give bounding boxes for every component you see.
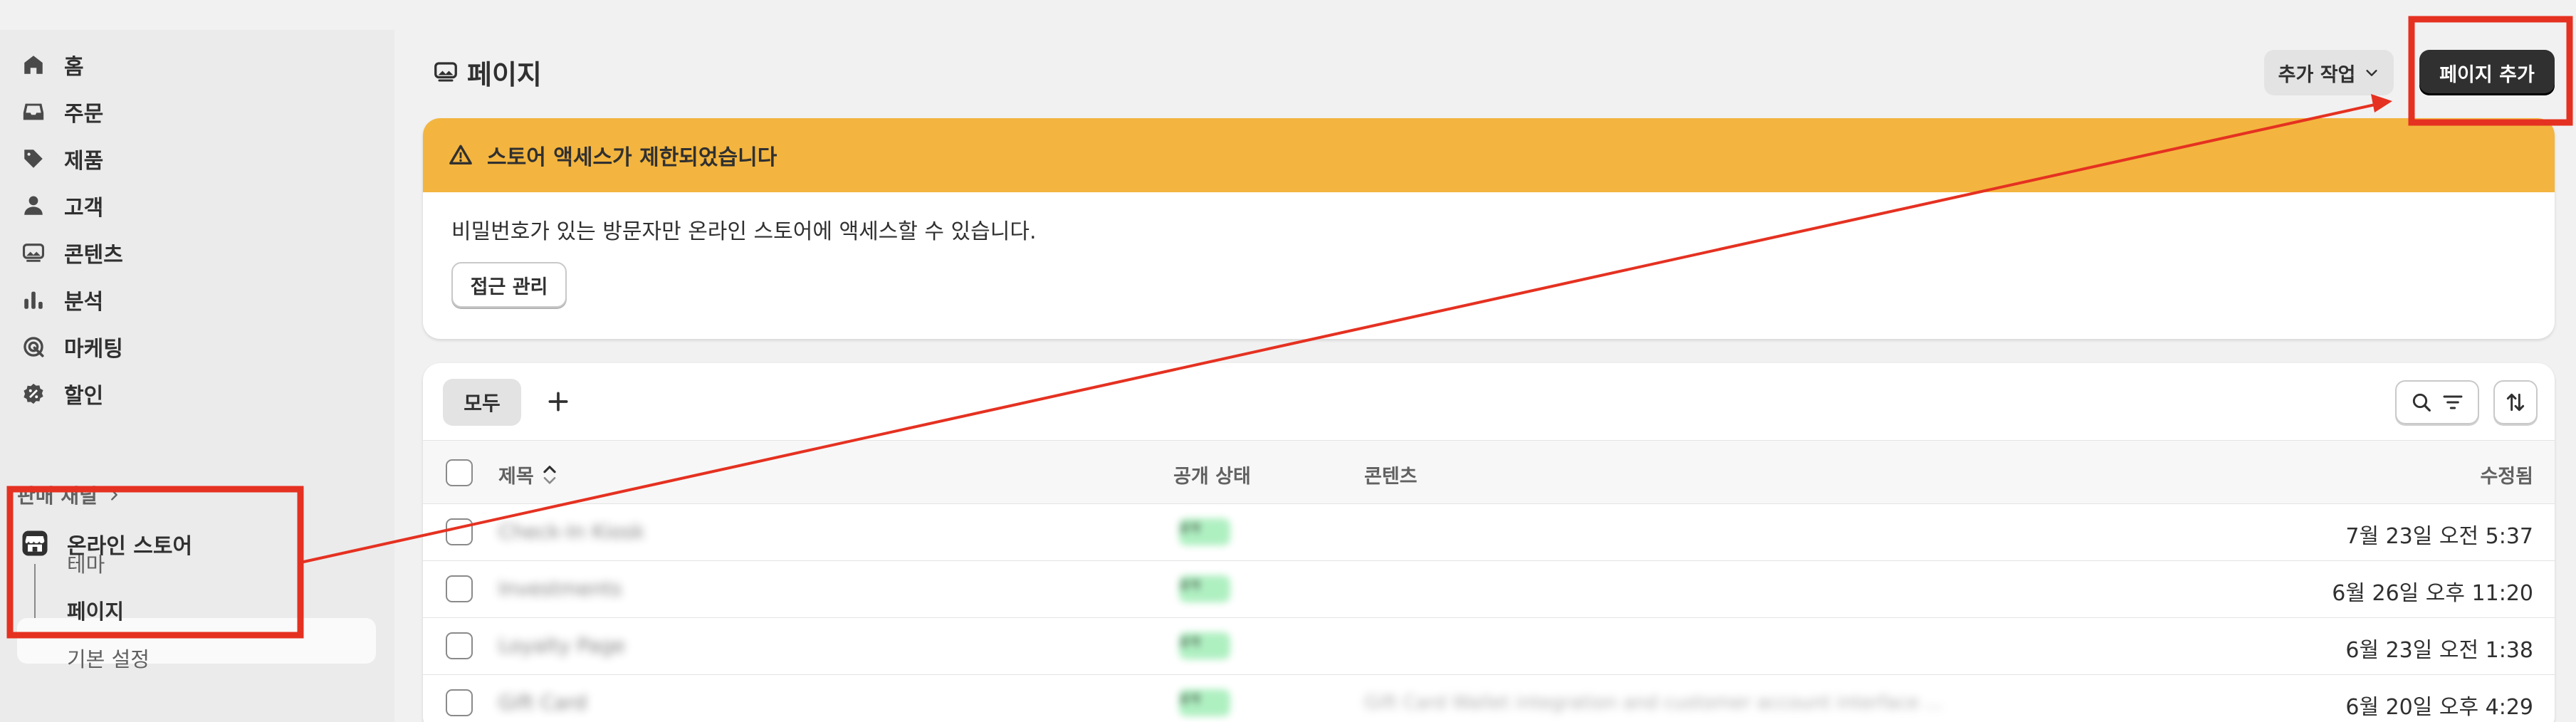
row-title[interactable]: Loyalty Page (498, 634, 625, 657)
chevron-right-icon (110, 489, 117, 501)
sales-channels-label: 판매 채널 (17, 484, 98, 508)
sidebar-item-label: 주문 (64, 102, 104, 127)
bar-chart-icon (24, 291, 43, 309)
chevron-down-icon (2366, 70, 2377, 76)
column-title-header[interactable]: 제목 (498, 461, 558, 488)
annotation-arrowhead (2371, 94, 2392, 113)
table-row[interactable]: Loyalty Page 공개 6월 23일 오전 1:38 (423, 618, 2555, 675)
status-badge: 공개 (1179, 518, 1230, 545)
search-icon (2412, 393, 2431, 412)
row-checkbox[interactable] (446, 632, 473, 659)
sort-button[interactable] (2493, 380, 2538, 424)
filter-icon (2443, 395, 2463, 409)
search-filter-button[interactable] (2395, 380, 2479, 424)
sales-channels-link[interactable]: 판매 채널 (17, 478, 122, 511)
page-title: 페이지 (467, 59, 542, 90)
image-icon (434, 62, 457, 82)
sidebar-item-label: 콘텐츠 (64, 243, 123, 268)
status-badge: 공개 (1179, 689, 1230, 716)
image-icon (22, 244, 45, 262)
sidebar-item-label: 마케팅 (64, 337, 123, 362)
tab-all[interactable]: 모두 (443, 379, 521, 426)
table-header: 제목 공개 상태 콘텐츠 수정됨 (423, 440, 2555, 504)
add-page-label: 페이지 추가 (2439, 63, 2535, 86)
column-content-header: 콘텐츠 (1364, 466, 1418, 488)
row-checkbox[interactable] (446, 575, 473, 602)
table-row[interactable]: Gift Card 공개 Gift Card Wallet integratio… (423, 675, 2555, 722)
pages-table-card: 모두 제목 공개 상태 콘텐츠 수정됨 Check-In Kiosk 공개 7월… (423, 363, 2555, 722)
table-row[interactable]: Investments 공개 6월 26일 오후 11:20 (423, 561, 2555, 618)
row-checkbox[interactable] (446, 518, 473, 545)
row-title[interactable]: Gift Card (498, 691, 587, 714)
sort-icon (2506, 393, 2525, 412)
warning-icon (449, 145, 472, 165)
sidebar-item-discounts[interactable]: 할인 (21, 373, 377, 414)
manage-access-button[interactable]: 접근 관리 (451, 262, 567, 308)
sidebar-item-label: 분석 (64, 290, 104, 315)
target-icon (23, 337, 44, 357)
more-actions-label: 추가 작업 (2278, 63, 2356, 86)
sidebar-item-products[interactable]: 제품 (21, 138, 377, 179)
add-view-icon[interactable] (544, 387, 572, 416)
row-checkbox[interactable] (446, 689, 473, 716)
add-page-button[interactable]: 페이지 추가 (2419, 50, 2555, 95)
person-icon (24, 196, 43, 215)
sidebar-item-themes[interactable]: 테마 (67, 548, 105, 578)
manage-access-label: 접근 관리 (470, 276, 548, 298)
select-all-checkbox[interactable] (446, 459, 473, 486)
sidebar-item-analytics[interactable]: 분석 (21, 279, 377, 320)
banner-title: 스토어 액세스가 제한되었습니다 (487, 145, 777, 170)
sidebar-item-label: 고객 (64, 196, 104, 221)
row-updated: 6월 23일 오전 1:38 (2345, 638, 2533, 663)
sidebar-item-content[interactable]: 콘텐츠 (21, 232, 377, 273)
row-updated: 7월 23일 오전 5:37 (2345, 524, 2533, 549)
column-title-label: 제목 (498, 466, 534, 488)
status-badge: 공개 (1179, 575, 1230, 602)
discount-icon (23, 383, 43, 404)
sidebar-item-label: 할인 (64, 384, 104, 409)
store-access-banner: 스토어 액세스가 제한되었습니다 비밀번호가 있는 방문자만 온라인 스토어에 … (423, 118, 2555, 339)
row-updated: 6월 26일 오후 11:20 (2332, 581, 2533, 606)
row-title[interactable]: Check-In Kiosk (498, 520, 644, 543)
sidebar-item-orders[interactable]: 주문 (21, 91, 377, 132)
row-updated: 6월 20일 오후 4:29 (2345, 695, 2533, 720)
inbox-icon (23, 103, 44, 120)
more-actions-button[interactable]: 추가 작업 (2264, 50, 2394, 95)
sidebar-item-label: 제품 (64, 149, 104, 174)
tab-all-label: 모두 (464, 392, 501, 415)
sidebar-item-pages[interactable]: 페이지 (67, 595, 124, 625)
banner-message: 비밀번호가 있는 방문자만 온라인 스토어에 액세스할 수 있습니다. (451, 219, 1037, 244)
status-badge: 공개 (1179, 632, 1230, 659)
sidebar-item-customers[interactable]: 고객 (21, 185, 377, 226)
column-updated-header[interactable]: 수정됨 (2480, 461, 2533, 488)
sidebar: 홈 주문 제품 고객 콘텐츠 분석 마케팅 할인 판매 채널 온라인 스토어 테… (0, 30, 394, 722)
sidebar-item-marketing[interactable]: 마케팅 (21, 326, 377, 367)
top-bar (0, 0, 2576, 30)
tag-icon (24, 150, 43, 168)
banner-header: 스토어 액세스가 제한되었습니다 (423, 118, 2555, 192)
storefront-icon (22, 530, 48, 556)
home-icon (24, 56, 43, 74)
sidebar-item-preferences[interactable]: 기본 설정 (67, 643, 150, 673)
sidebar-item-home[interactable]: 홈 (21, 44, 377, 85)
row-content: Gift Card Wallet integration and custome… (1364, 692, 1943, 713)
column-status-header: 공개 상태 (1173, 466, 1251, 488)
row-title[interactable]: Investments (498, 577, 622, 600)
sidebar-item-label: 홈 (64, 55, 84, 80)
sort-direction-icon (543, 465, 556, 484)
table-row[interactable]: Check-In Kiosk 공개 7월 23일 오전 5:37 (423, 504, 2555, 561)
